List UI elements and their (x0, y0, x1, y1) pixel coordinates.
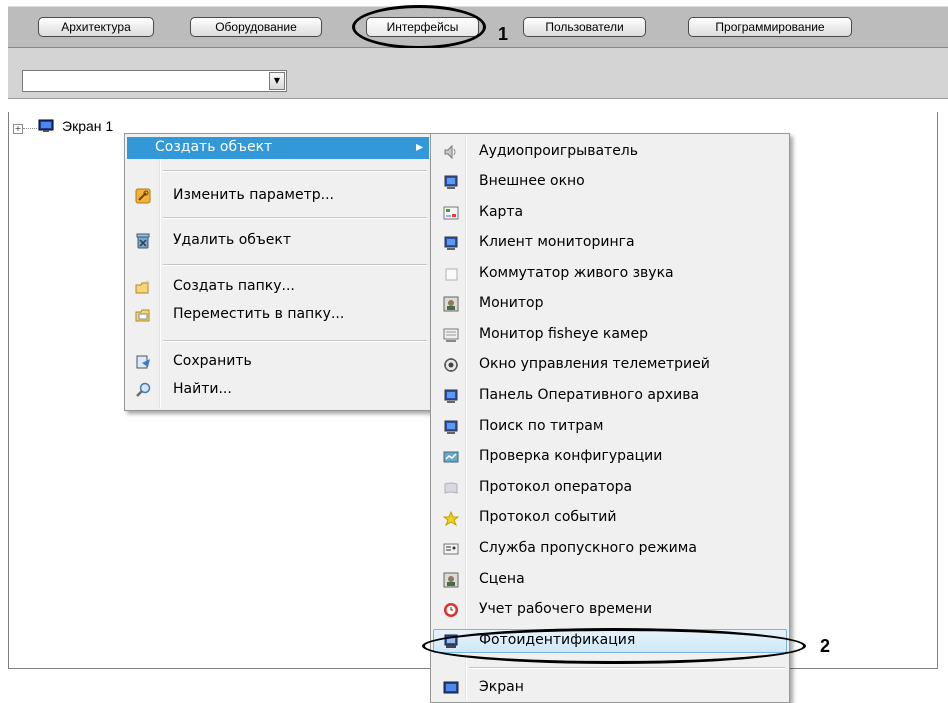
menu-separator (163, 264, 427, 266)
submenu-item-label: Клиент мониторинга (479, 234, 635, 250)
monitor-icon (443, 419, 459, 435)
monitor-icon (443, 388, 459, 404)
scene-icon (443, 572, 459, 588)
menu-item-label: Переместить в папку... (173, 306, 345, 322)
submenu-item-scene[interactable]: Сцена (433, 569, 787, 591)
submenu-item-monitor[interactable]: Монитор (433, 293, 787, 315)
submenu-item-label: Протокол оператора (479, 479, 633, 495)
save-icon (135, 354, 151, 370)
tab-architecture[interactable]: Архитектура (38, 17, 154, 37)
submenu-item-label: Монитор fisheye камер (479, 326, 648, 342)
tab-users[interactable]: Пользователи (523, 17, 646, 37)
check-config-icon (443, 449, 459, 465)
submenu-item-label: Аудиопроигрыватель (479, 143, 639, 159)
submenu-item-access-control[interactable]: Служба пропускного режима (433, 538, 787, 560)
new-folder-icon (135, 279, 151, 295)
menu-item-label: Создать объект (155, 139, 273, 155)
menu-separator (163, 217, 427, 219)
menu-item-create-object[interactable]: Создать объект ▸ (127, 137, 429, 159)
operator-log-icon (443, 480, 459, 496)
submenu-item-label: Учет рабочего времени (479, 601, 653, 617)
clock-icon (443, 602, 459, 618)
tree-expand-toggle[interactable]: + (13, 124, 23, 134)
menu-item-label: Изменить параметр... (173, 187, 334, 203)
map-icon (443, 205, 459, 221)
screen-icon (443, 680, 459, 696)
callout-number-2: 2 (820, 636, 831, 656)
submenu-item-archive-panel[interactable]: Панель Оперативного архива (433, 385, 787, 407)
submenu-item-audio-player[interactable]: Аудиопроигрыватель (433, 141, 787, 163)
menu-separator (469, 667, 785, 669)
context-menu: Создать объект ▸ Изменить параметр... Уд… (124, 133, 432, 411)
tab-programming[interactable]: Программирование (688, 17, 852, 37)
menu-item-save[interactable]: Сохранить (127, 351, 429, 373)
submenu-item-label: Экран (479, 679, 524, 695)
menu-item-label: Удалить объект (173, 232, 292, 248)
create-object-submenu: Аудиопроигрыватель Внешнее окно Карта Кл… (430, 133, 790, 703)
tree-connector (23, 128, 37, 129)
monitor-icon (443, 235, 459, 251)
menu-item-label: Создать папку... (173, 278, 295, 294)
submenu-item-label: Окно управления телеметрией (479, 356, 710, 372)
submenu-item-telemetry-window[interactable]: Окно управления телеметрией (433, 354, 787, 376)
submenu-item-label: Панель Оперативного архива (479, 387, 700, 403)
submenu-item-time-tracking[interactable]: Учет рабочего времени (433, 599, 787, 621)
submenu-item-caption-search[interactable]: Поиск по титрам (433, 416, 787, 438)
fisheye-icon (443, 327, 459, 343)
chevron-down-icon[interactable]: ▼ (269, 72, 285, 90)
menu-separator (163, 340, 427, 342)
submenu-item-label: Проверка конфигурации (479, 448, 663, 464)
menu-item-edit-parameter[interactable]: Изменить параметр... (127, 185, 429, 207)
submenu-item-map[interactable]: Карта (433, 202, 787, 224)
submenu-item-external-window[interactable]: Внешнее окно (433, 171, 787, 193)
monitor-icon (443, 174, 459, 190)
submenu-item-label: Поиск по титрам (479, 418, 604, 434)
wrench-icon (135, 188, 151, 204)
submenu-item-label: Карта (479, 204, 524, 220)
submenu-item-label: Коммутатор живого звука (479, 265, 674, 281)
submenu-item-fisheye-monitor[interactable]: Монитор fisheye камер (433, 324, 787, 346)
screen-icon (38, 119, 54, 133)
submenu-item-monitoring-client[interactable]: Клиент мониторинга (433, 232, 787, 254)
submenu-item-label: Служба пропускного режима (479, 540, 697, 556)
blank-icon (443, 266, 459, 282)
submenu-item-event-log[interactable]: Протокол событий (433, 507, 787, 529)
menu-item-label: Сохранить (173, 353, 252, 369)
menu-item-move-to-folder[interactable]: Переместить в папку... (127, 304, 429, 326)
speaker-icon (443, 144, 459, 160)
callout-ellipse-2 (422, 628, 806, 664)
camera-monitor-icon (443, 296, 459, 312)
submenu-item-live-sound-switch[interactable]: Коммутатор живого звука (433, 263, 787, 285)
callout-ellipse-1 (352, 5, 486, 49)
menu-item-find[interactable]: Найти... (127, 379, 429, 401)
event-log-icon (442, 510, 460, 527)
submenu-item-operator-log[interactable]: Протокол оператора (433, 477, 787, 499)
tree-item-screen-1[interactable]: Экран 1 (62, 118, 113, 134)
submenu-item-label: Монитор (479, 295, 544, 311)
submenu-item-label: Протокол событий (479, 509, 617, 525)
menu-separator (163, 170, 427, 172)
submenu-item-label: Сцена (479, 571, 525, 587)
menu-item-delete-object[interactable]: Удалить объект (127, 230, 429, 252)
submenu-item-config-check[interactable]: Проверка конфигурации (433, 446, 787, 468)
delete-icon (135, 233, 151, 249)
callout-number-1: 1 (498, 24, 509, 44)
submenu-item-label: Внешнее окно (479, 173, 585, 189)
magnifier-icon (135, 382, 151, 398)
menu-item-label: Найти... (173, 381, 232, 397)
object-filter-combo[interactable]: ▼ (22, 70, 287, 92)
access-control-icon (443, 541, 459, 557)
move-folder-icon (135, 307, 151, 323)
filter-toolbar: ▼ (8, 48, 948, 99)
submenu-arrow-icon: ▸ (415, 139, 423, 155)
tab-equipment[interactable]: Оборудование (190, 17, 322, 37)
submenu-item-screen[interactable]: Экран (433, 677, 787, 699)
menu-item-create-folder[interactable]: Создать папку... (127, 276, 429, 298)
telemetry-icon (443, 357, 459, 373)
